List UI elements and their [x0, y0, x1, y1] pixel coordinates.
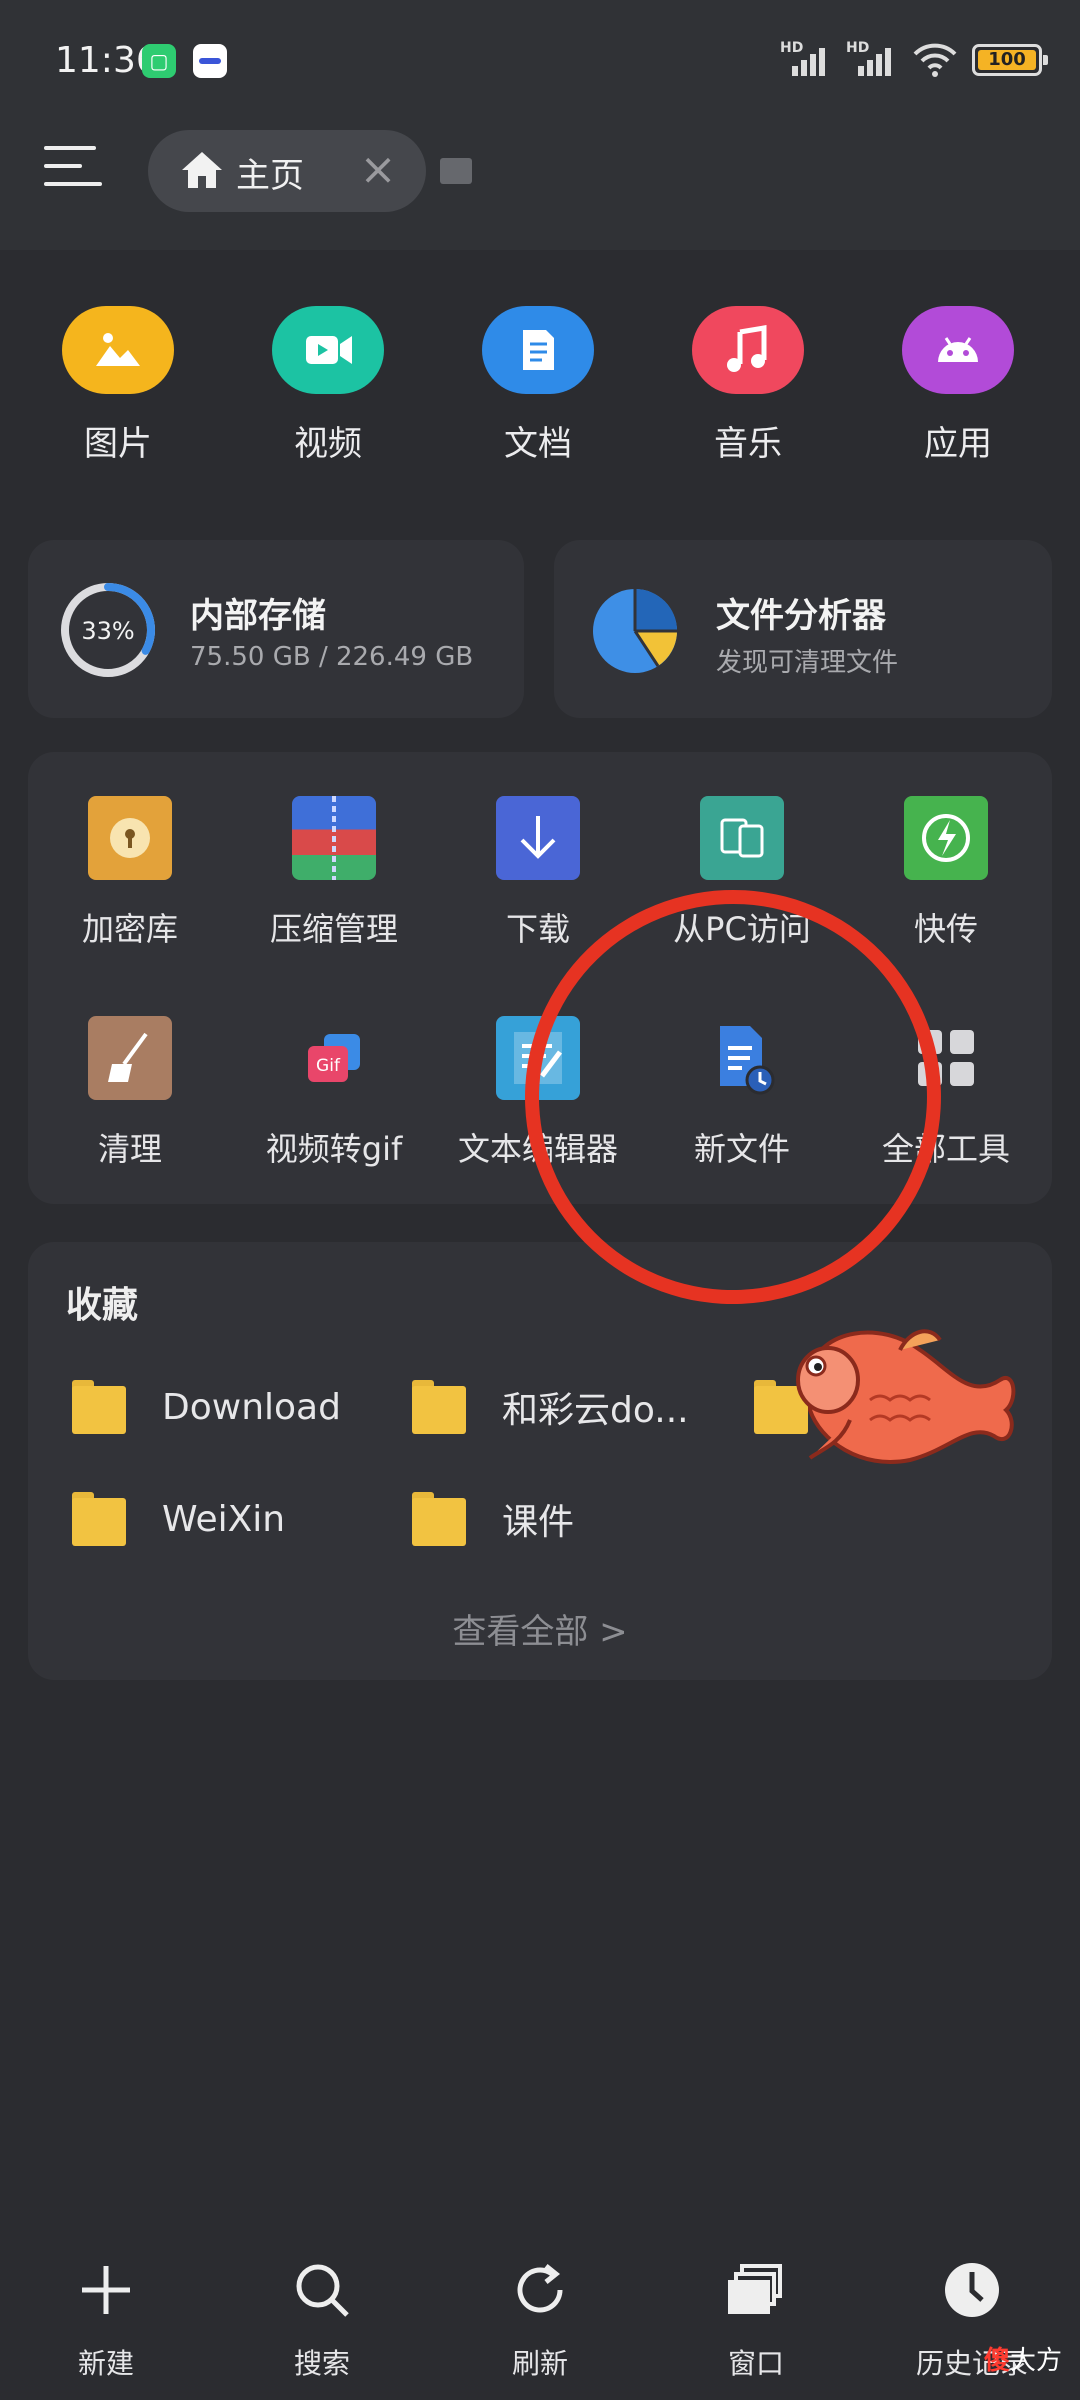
tab-label: 主页: [236, 156, 304, 196]
broom-icon: [88, 1016, 172, 1100]
gif-icon: Gif: [292, 1016, 376, 1100]
nav-search[interactable]: 搜索: [252, 2260, 392, 2382]
nav-refresh[interactable]: 刷新: [470, 2260, 610, 2382]
tool-archive[interactable]: 压缩管理: [234, 796, 434, 950]
see-all-link[interactable]: 查看全部 >: [0, 1604, 1080, 1653]
vault-icon: [88, 796, 172, 880]
svg-text:Gif: Gif: [316, 1056, 341, 1076]
folder-icon: [412, 1380, 466, 1434]
mi-app-icon: ▢: [142, 44, 176, 78]
folder-icon: [72, 1492, 126, 1546]
tool-vault[interactable]: 加密库: [30, 796, 230, 950]
archive-icon: [292, 796, 376, 880]
wifi-icon: [912, 42, 958, 78]
tool-gif[interactable]: Gif 视频转gif: [234, 1016, 434, 1170]
status-indicators: HD HD 100: [780, 40, 1048, 80]
svg-text:33%: 33%: [81, 617, 134, 645]
favorite-item-caiyun[interactable]: 和彩云do...: [412, 1380, 689, 1434]
analyzer-title: 文件分析器: [716, 596, 886, 636]
nav-new[interactable]: 新建: [36, 2260, 176, 2382]
image-icon: [62, 306, 174, 394]
category-music[interactable]: 音乐: [692, 306, 804, 465]
quick-transfer-icon: [904, 796, 988, 880]
favorites-title: 收藏: [66, 1285, 139, 1326]
category-video[interactable]: 视频: [272, 306, 384, 465]
download-icon: [496, 796, 580, 880]
category-document[interactable]: 文档: [482, 306, 594, 465]
storage-usage: 75.50 GB / 226.49 GB: [190, 642, 474, 672]
folder-icon: [72, 1380, 126, 1434]
android-icon: [902, 306, 1014, 394]
video-icon: [272, 306, 384, 394]
nav-windows[interactable]: 窗口: [686, 2260, 826, 2382]
pie-chart-icon: [593, 589, 677, 673]
home-icon: [180, 150, 224, 190]
category-android[interactable]: 应用: [902, 306, 1014, 465]
close-tab-icon[interactable]: ×: [358, 148, 398, 192]
refresh-icon: [510, 2260, 570, 2320]
folder-icon: [412, 1492, 466, 1546]
new-tab-icon[interactable]: [440, 158, 472, 184]
analyzer-subtitle: 发现可清理文件: [716, 648, 899, 678]
tool-download[interactable]: 下载: [438, 796, 638, 950]
tool-quick-transfer[interactable]: 快传: [846, 796, 1046, 950]
notification-app-icon: [193, 44, 227, 78]
menu-icon[interactable]: [44, 142, 104, 192]
search-icon: [292, 2260, 352, 2320]
favorite-item-courseware[interactable]: 课件: [412, 1492, 574, 1546]
signal-2-icon: HD: [846, 40, 898, 80]
tool-broom[interactable]: 清理: [30, 1016, 230, 1170]
storage-title: 内部存储: [190, 596, 326, 636]
battery-icon: 100: [972, 44, 1048, 76]
category-image[interactable]: 图片: [62, 306, 174, 465]
windows-icon: [726, 2260, 786, 2320]
clock-icon: [942, 2260, 1002, 2320]
watermark: 傻大方: [983, 2346, 1062, 2376]
storage-ring: 33%: [58, 580, 158, 680]
favorite-item-download[interactable]: Download: [72, 1380, 341, 1434]
koi-fish-sticker: [796, 1329, 1016, 1464]
pc-access-icon: [700, 796, 784, 880]
document-icon: [482, 306, 594, 394]
plus-icon: [76, 2260, 136, 2320]
favorite-item-weixin[interactable]: WeiXin: [72, 1492, 285, 1546]
signal-1-icon: HD: [780, 40, 832, 80]
music-icon: [692, 306, 804, 394]
